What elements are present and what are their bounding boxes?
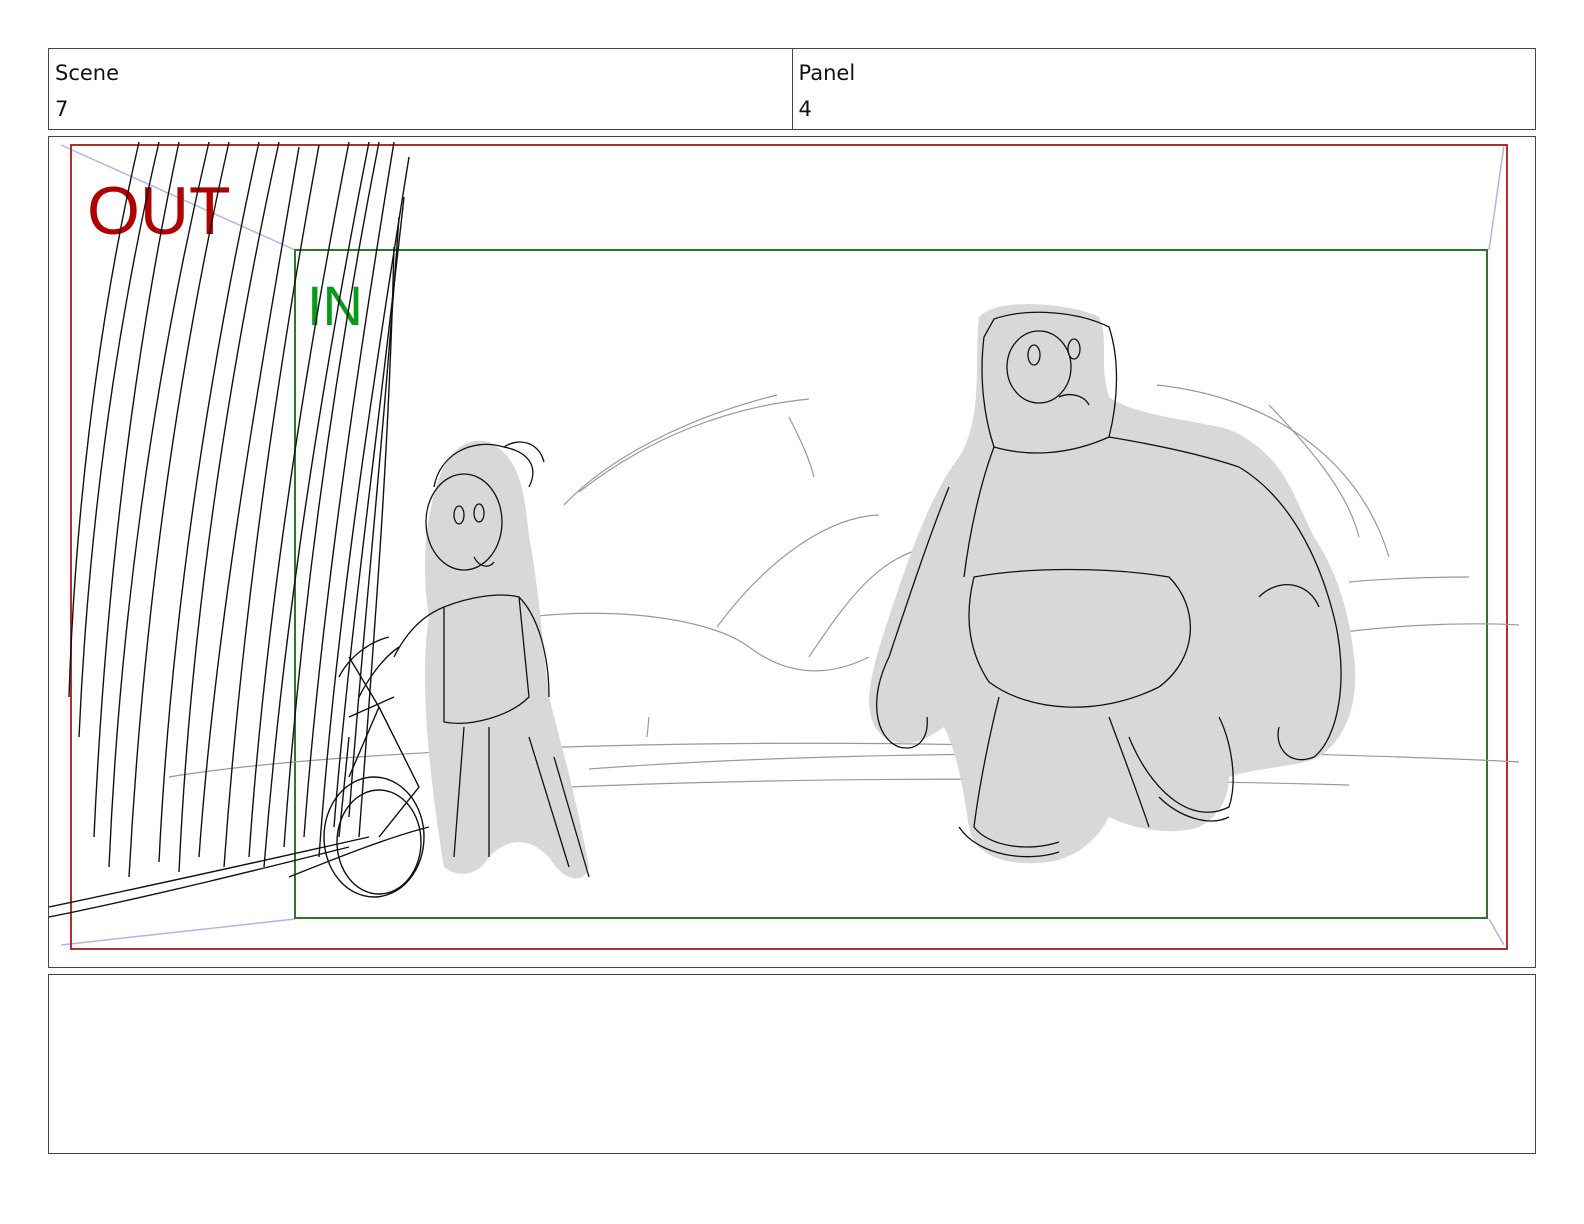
storyboard-frame: OUT IN <box>48 136 1536 968</box>
panel-notes-box[interactable] <box>48 974 1536 1154</box>
scene-number[interactable]: 7 <box>55 91 786 127</box>
girl-character-sketch <box>393 440 590 879</box>
panel-sketch: OUT IN <box>49 141 1520 950</box>
scene-cell: Scene 7 <box>49 49 792 129</box>
storyboard-header: Scene 7 Panel 4 <box>48 48 1536 130</box>
panel-number[interactable]: 4 <box>799 91 1530 127</box>
scene-label: Scene <box>55 61 120 85</box>
panel-label: Panel <box>798 61 856 85</box>
foreground-curtain-strokes <box>49 141 430 918</box>
panel-cell: Panel 4 <box>791 49 1536 129</box>
